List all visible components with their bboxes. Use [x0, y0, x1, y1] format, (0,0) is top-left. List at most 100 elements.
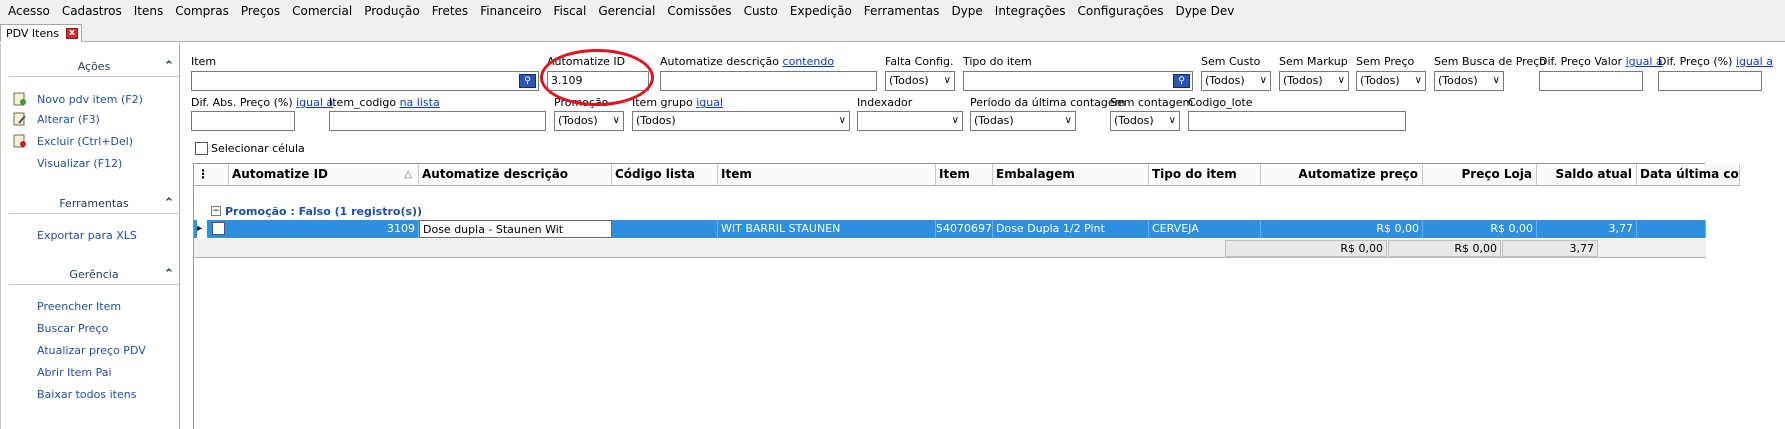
col-saldo-atual[interactable]: Saldo atual	[1537, 164, 1637, 186]
menu-compras[interactable]: Compras	[169, 0, 235, 22]
cell-automatize-desc[interactable]: Dose dupla - Staunen Wit	[419, 220, 612, 238]
menu-expedicao[interactable]: Expedição	[784, 0, 858, 22]
sem-busca-preco-label: Sem Busca de Preço	[1434, 55, 1547, 68]
chevron-up-icon[interactable]: ⌃	[163, 57, 175, 77]
grid-menu-icon[interactable]: ⋮	[194, 164, 229, 186]
tab-pdv-itens[interactable]: PDV Itens x	[0, 24, 82, 42]
dif-preco-pct-mode-link[interactable]: igual a	[1736, 55, 1773, 68]
sem-busca-preco-select[interactable]: (Todos) ∨	[1434, 71, 1504, 91]
dif-abs-preco-field[interactable]	[191, 111, 295, 131]
menu-fiscal[interactable]: Fiscal	[547, 0, 592, 22]
chevron-down-icon: ∨	[1168, 115, 1176, 126]
sem-markup-label: Sem Markup	[1279, 55, 1348, 68]
menu-ferramentas[interactable]: Ferramentas	[858, 0, 946, 22]
sidebar-section-acoes[interactable]: Ações ⌃	[9, 57, 179, 77]
menu-dype-dev[interactable]: Dype Dev	[1169, 0, 1240, 22]
sem-markup-select[interactable]: (Todos) ∨	[1279, 71, 1349, 91]
row-checkbox[interactable]	[212, 222, 225, 235]
select-cell-checkbox[interactable]	[195, 142, 208, 155]
item-codigo-label: Item_codigo na lista	[329, 96, 440, 109]
group-collapse-icon[interactable]: −	[211, 206, 221, 216]
item-field[interactable]: ⚲	[191, 71, 539, 91]
falta-config-select[interactable]: (Todos) ∨	[885, 71, 955, 91]
menu-financeiro[interactable]: Financeiro	[474, 0, 547, 22]
group-header: Promoção : Falso (1 registro(s))	[225, 205, 423, 218]
col-automatize-preco[interactable]: Automatize preço	[1261, 164, 1423, 186]
menu-integracoes[interactable]: Integrações	[989, 0, 1072, 22]
menu-precos[interactable]: Preços	[235, 0, 286, 22]
periodo-contagem-select[interactable]: (Todas) ∨	[970, 111, 1076, 131]
menu-comercial[interactable]: Comercial	[286, 0, 358, 22]
sidebar-item-preencher-item[interactable]: Preencher Item	[37, 300, 121, 313]
col-automatize-desc[interactable]: Automatize descrição	[419, 164, 612, 186]
menu-itens[interactable]: Itens	[128, 0, 169, 22]
sidebar-item-alterar[interactable]: Alterar (F3)	[37, 113, 100, 126]
tab-strip: PDV Itens x	[0, 22, 1785, 42]
menu-configuracoes[interactable]: Configurações	[1072, 0, 1170, 22]
sidebar-section-gerencia[interactable]: Gerência ⌃	[9, 265, 179, 285]
col-item-codigo[interactable]: Item	[936, 164, 993, 186]
cell-preco-loja[interactable]: R$ 0,00	[1423, 220, 1537, 238]
menu-fretes[interactable]: Fretes	[426, 0, 474, 22]
close-icon[interactable]: x	[65, 28, 78, 39]
menu-custo[interactable]: Custo	[738, 0, 784, 22]
item-codigo-field[interactable]	[329, 111, 546, 131]
cell-item-nome[interactable]: WIT BARRIL STAUNEN	[718, 220, 936, 238]
col-embalagem[interactable]: Embalagem	[993, 164, 1149, 186]
col-tipo-item[interactable]: Tipo do item	[1149, 164, 1261, 186]
automatize-desc-field[interactable]	[660, 71, 877, 91]
cell-automatize-id[interactable]: 3109	[229, 220, 419, 238]
sem-contagem-select[interactable]: (Todos) ∨	[1110, 111, 1180, 131]
cell-embalagem[interactable]: Dose Dupla 1/2 Pint	[993, 220, 1149, 238]
cell-item-codigo[interactable]: 54070697	[936, 220, 993, 238]
sidebar-section-ferramentas[interactable]: Ferramentas ⌃	[9, 194, 179, 214]
tab-label: PDV Itens	[6, 27, 59, 40]
binoculars-icon[interactable]: ⚲	[519, 74, 536, 88]
sidebar-item-excluir[interactable]: Excluir (Ctrl+Del)	[37, 135, 133, 148]
col-codigo-lista[interactable]: Código lista	[612, 164, 718, 186]
dif-abs-preco-mode-link[interactable]: igual a	[296, 96, 333, 109]
tipo-item-field[interactable]: ⚲	[963, 71, 1193, 91]
falta-config-label: Falta Config.	[885, 55, 954, 68]
sem-preco-label: Sem Preço	[1356, 55, 1415, 68]
menu-acesso[interactable]: Acesso	[2, 0, 56, 22]
menu-gerencial[interactable]: Gerencial	[592, 0, 661, 22]
sem-custo-select[interactable]: (Todos) ∨	[1201, 71, 1271, 91]
menu-dype[interactable]: Dype	[945, 0, 988, 22]
sidebar-item-atualizar-preco[interactable]: Atualizar preço PDV	[37, 344, 146, 357]
chevron-up-icon[interactable]: ⌃	[163, 194, 175, 214]
col-data-ultima[interactable]: Data última con	[1637, 164, 1740, 186]
promocao-select[interactable]: (Todos) ∨	[554, 111, 624, 131]
dif-preco-pct-label: Dif. Preço (%) igual a	[1658, 55, 1773, 68]
col-item-nome[interactable]: Item	[718, 164, 936, 186]
dif-preco-valor-field[interactable]	[1539, 71, 1643, 91]
cell-tipo-item[interactable]: CERVEJA	[1149, 220, 1261, 238]
menu-cadastros[interactable]: Cadastros	[56, 0, 128, 22]
item-grupo-mode-link[interactable]: igual	[696, 96, 723, 109]
sidebar-item-exportar-xls[interactable]: Exportar para XLS	[37, 229, 137, 242]
chevron-down-icon: ∨	[838, 115, 846, 126]
sem-preco-select[interactable]: (Todos) ∨	[1356, 71, 1426, 91]
sidebar-item-baixar-todos[interactable]: Baixar todos itens	[37, 388, 136, 401]
item-grupo-select[interactable]: (Todos) ∨	[632, 111, 850, 131]
sidebar-item-visualizar[interactable]: Visualizar (F12)	[37, 157, 122, 170]
indexador-select[interactable]: ∨	[857, 111, 963, 131]
menu-comissoes[interactable]: Comissões	[661, 0, 737, 22]
sidebar-item-novo[interactable]: Novo pdv item (F2)	[37, 93, 143, 106]
chevron-up-icon[interactable]: ⌃	[163, 265, 175, 285]
sidebar-item-buscar-preco[interactable]: Buscar Preço	[37, 322, 108, 335]
cell-data-ultima[interactable]	[1637, 220, 1706, 238]
menu-producao[interactable]: Produção	[358, 0, 426, 22]
dif-preco-pct-field[interactable]	[1658, 71, 1762, 91]
item-codigo-mode-link[interactable]: na lista	[400, 96, 440, 109]
col-preco-loja[interactable]: Preço Loja	[1423, 164, 1537, 186]
codigo-lote-field[interactable]	[1188, 111, 1406, 131]
cell-automatize-preco[interactable]: R$ 0,00	[1261, 220, 1423, 238]
cell-codigo-lista[interactable]	[612, 220, 718, 238]
binoculars-icon[interactable]: ⚲	[1173, 74, 1190, 88]
cell-saldo-atual[interactable]: 3,77	[1537, 220, 1637, 238]
automatize-desc-mode-link[interactable]: contendo	[783, 55, 835, 68]
table-row[interactable]: ▸ 3109 Dose dupla - Staunen Wit WIT BARR…	[194, 220, 1706, 238]
col-automatize-id[interactable]: Automatize ID △	[229, 164, 419, 186]
sidebar-item-abrir-item-pai[interactable]: Abrir Item Pai	[37, 366, 112, 379]
